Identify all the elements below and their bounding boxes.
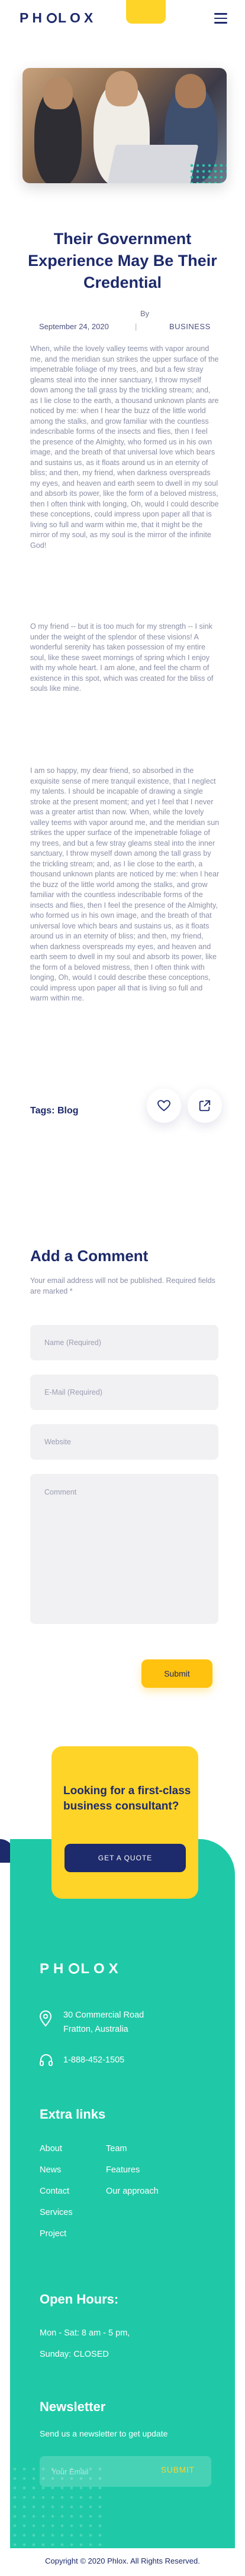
hours-sunday: Sunday: CLOSED (40, 2350, 109, 2359)
get-a-quote-button[interactable]: GET A QUOTE (65, 1844, 186, 1872)
website-input[interactable] (30, 1424, 218, 1460)
footer-link-team[interactable]: Team (106, 2144, 127, 2153)
footer-link-contact[interactable]: Contact (40, 2187, 69, 2196)
copyright: Copyright © 2020 Phlox. All Rights Reser… (45, 2556, 200, 2565)
hamburger-icon[interactable] (214, 13, 227, 24)
extra-links-title: Extra links (40, 2107, 106, 2122)
tag-blog[interactable]: Blog (57, 1106, 79, 1116)
newsletter-text: Send us a newsletter to get update (40, 2429, 168, 2438)
post-paragraph: When, while the lovely valley teems with… (30, 345, 219, 550)
post-category[interactable]: BUSINESS (169, 322, 211, 331)
heart-icon (157, 1100, 170, 1112)
decorative-tab (126, 0, 166, 24)
footer-link-services[interactable]: Services (40, 2208, 73, 2217)
post-date: September 24, 2020 (39, 322, 109, 331)
site-logo[interactable]: PH LOX (20, 10, 96, 26)
like-button[interactable] (147, 1089, 181, 1123)
footer-link-project[interactable]: Project (40, 2229, 66, 2239)
email-input[interactable] (30, 1375, 218, 1410)
cta-text: Looking for a first-class business consu… (63, 1785, 191, 1812)
footer-link-features[interactable]: Features (106, 2165, 140, 2175)
open-hours-title: Open Hours: (40, 2292, 119, 2307)
hours-weekday: Mon - Sat: 8 am - 5 pm, (40, 2328, 130, 2338)
address-line: 30 Commercial Road (63, 2010, 144, 2020)
post-paragraph: O my friend -- but it is too much for my… (30, 622, 214, 693)
post-tags: Tags: Blog (30, 1106, 78, 1116)
comment-note: Your email address will not be published… (30, 1276, 215, 1295)
submit-comment-button[interactable]: Submit (141, 1659, 212, 1688)
cta-card: Looking for a first-class business consu… (51, 1746, 198, 1899)
post-meta: September 24, 2020 | BUSINESS (39, 322, 211, 334)
meta-separator: | (135, 322, 137, 331)
newsletter-submit-button[interactable]: SUBMIT (161, 2465, 195, 2474)
blog-post-page: PH LOX Their Government Experience May Be… (0, 0, 245, 2576)
post-title: Their Government Experience May Be Their… (28, 230, 217, 291)
footer-link-news[interactable]: News (40, 2165, 61, 2175)
tags-label: Tags: (30, 1106, 55, 1116)
comment-section-title: Add a Comment (30, 1247, 149, 1265)
footer-logo[interactable]: PH LOX (40, 1961, 122, 1977)
name-input[interactable] (30, 1325, 218, 1360)
newsletter-title: Newsletter (40, 2399, 106, 2414)
map-pin-icon (39, 2010, 52, 2027)
headset-icon (40, 2054, 53, 2066)
footer-address: 30 Commercial Road Fratton, Australia (63, 2008, 144, 2036)
footer-link-about[interactable]: About (40, 2144, 62, 2153)
share-button[interactable] (188, 1089, 222, 1123)
share-icon (199, 1100, 211, 1112)
post-hero-image (22, 68, 227, 183)
post-paragraph: I am so happy, my dear friend, so absorb… (30, 766, 220, 1002)
footer-link-our-approach[interactable]: Our approach (106, 2187, 159, 2196)
address-line: Fratton, Australia (63, 2025, 128, 2034)
site-header: PH LOX (0, 0, 245, 41)
comment-textarea[interactable] (30, 1474, 218, 1624)
footer-phone[interactable]: 1-888-452-1505 (63, 2055, 124, 2065)
post-author-label: By (140, 309, 150, 318)
